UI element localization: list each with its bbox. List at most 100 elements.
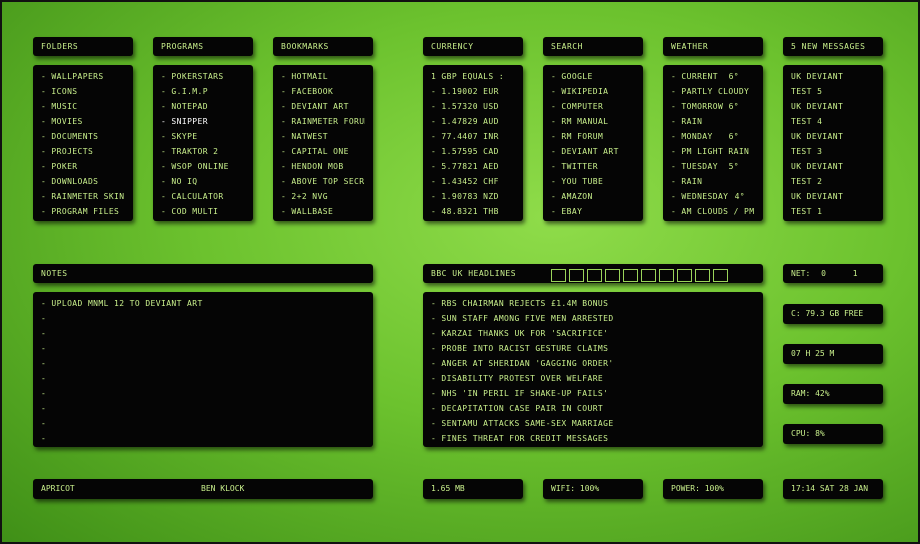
program-link[interactable]: - COD MULTI bbox=[161, 204, 245, 219]
program-link-hovered[interactable]: - SNIPPER bbox=[161, 114, 245, 129]
search-link[interactable]: - EBAY bbox=[551, 204, 635, 219]
weather-row: - AM CLOUDS / PM... bbox=[671, 204, 755, 219]
message-subject[interactable]: TEST 3 bbox=[791, 144, 875, 159]
folder-link[interactable]: - MUSIC bbox=[41, 99, 125, 114]
folder-link[interactable]: - POKER bbox=[41, 159, 125, 174]
search-link[interactable]: - YOU TUBE bbox=[551, 174, 635, 189]
note-line[interactable]: - bbox=[41, 371, 365, 386]
headline-page-button[interactable] bbox=[677, 269, 692, 282]
folder-link[interactable]: - ICONS bbox=[41, 84, 125, 99]
headline-page-button[interactable] bbox=[695, 269, 710, 282]
program-link[interactable]: - TRAKTOR 2 bbox=[161, 144, 245, 159]
bookmark-link[interactable]: - ABOVE TOP SECRET bbox=[281, 174, 365, 189]
folder-link[interactable]: - DOWNLOADS bbox=[41, 174, 125, 189]
headline-page-button[interactable] bbox=[587, 269, 602, 282]
note-line[interactable]: - bbox=[41, 311, 365, 326]
bookmark-link[interactable]: - 2+2 NVG bbox=[281, 189, 365, 204]
search-link[interactable]: - TWITTER bbox=[551, 159, 635, 174]
message-subject[interactable]: TEST 4 bbox=[791, 114, 875, 129]
weather-label: - TOMORROW bbox=[671, 102, 724, 111]
message-subject[interactable]: TEST 2 bbox=[791, 174, 875, 189]
weather-row: - RAIN bbox=[671, 114, 755, 129]
folder-link[interactable]: - PROGRAM FILES bbox=[41, 204, 125, 219]
note-line[interactable]: - bbox=[41, 416, 365, 431]
search-link[interactable]: - DEVIANT ART bbox=[551, 144, 635, 159]
folder-link[interactable]: - WALLPAPERS bbox=[41, 69, 125, 84]
message-subject[interactable]: TEST 5 bbox=[791, 84, 875, 99]
program-link[interactable]: - CALCULATOR bbox=[161, 189, 245, 204]
weather-label: - CURRENT bbox=[671, 72, 718, 81]
search-link[interactable]: - RM MANUAL bbox=[551, 114, 635, 129]
program-link[interactable]: - NOTEPAD bbox=[161, 99, 245, 114]
programs-header: PROGRAMS bbox=[153, 37, 253, 56]
headline-link[interactable]: - FINES THREAT FOR CREDIT MESSAGES bbox=[431, 431, 755, 446]
bookmark-link[interactable]: - WALLBASE bbox=[281, 204, 365, 219]
search-link[interactable]: - COMPUTER bbox=[551, 99, 635, 114]
now-playing[interactable]: APRICOT BEN KLOCK bbox=[33, 479, 373, 499]
weather-label: - RAIN bbox=[671, 177, 703, 186]
program-link[interactable]: - WSOP ONLINE bbox=[161, 159, 245, 174]
headline-link[interactable]: - DECAPITATION CASE PAIR IN COURT bbox=[431, 401, 755, 416]
bookmark-link[interactable]: - HOTMAIL bbox=[281, 69, 365, 84]
headline-page-button[interactable] bbox=[659, 269, 674, 282]
headline-page-button[interactable] bbox=[713, 269, 728, 282]
weather-temp: 6° bbox=[728, 102, 739, 111]
note-line[interactable]: - bbox=[41, 386, 365, 401]
search-link[interactable]: - AMAZON bbox=[551, 189, 635, 204]
folder-link[interactable]: - RAINMETER SKINS bbox=[41, 189, 125, 204]
headline-link[interactable]: - ANGER AT SHERIDAN 'GAGGING ORDER' bbox=[431, 356, 755, 371]
bookmark-link[interactable]: - DEVIANT ART bbox=[281, 99, 365, 114]
message-sender[interactable]: UK DEVIANT bbox=[791, 99, 875, 114]
weather-label: - PARTLY CLOUDY bbox=[671, 87, 750, 96]
headline-link[interactable]: - KARZAI THANKS UK FOR 'SACRIFICE' bbox=[431, 326, 755, 341]
message-subject[interactable]: TEST 1 bbox=[791, 204, 875, 219]
headline-link[interactable]: - PROBE INTO RACIST GESTURE CLAIMS bbox=[431, 341, 755, 356]
headline-page-button[interactable] bbox=[623, 269, 638, 282]
note-line[interactable]: - bbox=[41, 326, 365, 341]
program-link[interactable]: - POKERSTARS bbox=[161, 69, 245, 84]
headline-page-button[interactable] bbox=[569, 269, 584, 282]
bookmark-link[interactable]: - RAINMETER FORUM bbox=[281, 114, 365, 129]
bookmark-link[interactable]: - CAPITAL ONE bbox=[281, 144, 365, 159]
notes-area[interactable]: - UPLOAD MNML 12 TO DEVIANT ART - - - - … bbox=[33, 292, 373, 447]
note-line[interactable]: - bbox=[41, 401, 365, 416]
message-sender[interactable]: UK DEVIANT bbox=[791, 189, 875, 204]
headline-link[interactable]: - DISABILITY PROTEST OVER WELFARE bbox=[431, 371, 755, 386]
note-line[interactable]: - bbox=[41, 341, 365, 356]
search-link[interactable]: - WIKIPEDIA bbox=[551, 84, 635, 99]
headline-link[interactable]: - NHS 'IN PERIL IF SHAKE-UP FAILS' bbox=[431, 386, 755, 401]
weather-temp: 6° bbox=[728, 132, 739, 141]
uptime-meter: 07 H 25 M bbox=[783, 344, 883, 364]
bookmark-link[interactable]: - HENDON MOB bbox=[281, 159, 365, 174]
headline-page-button[interactable] bbox=[641, 269, 656, 282]
headline-page-button[interactable] bbox=[605, 269, 620, 282]
headline-link[interactable]: - RBS CHAIRMAN REJECTS £1.4M BONUS bbox=[431, 296, 755, 311]
currency-base: 1 GBP EQUALS : bbox=[431, 72, 505, 81]
note-line[interactable]: - bbox=[41, 356, 365, 371]
message-sender[interactable]: UK DEVIANT bbox=[791, 129, 875, 144]
folder-link[interactable]: - DOCUMENTS bbox=[41, 129, 125, 144]
weather-row: - CURRENT 6° bbox=[671, 69, 755, 84]
bookmark-link[interactable]: - FACEBOOK bbox=[281, 84, 365, 99]
note-line[interactable]: - bbox=[41, 431, 365, 446]
messages-header: 5 NEW MESSAGES bbox=[783, 37, 883, 56]
headline-page-button[interactable] bbox=[551, 269, 566, 282]
headline-link[interactable]: - SUN STAFF AMONG FIVE MEN ARRESTED bbox=[431, 311, 755, 326]
search-link[interactable]: - RM FORUM bbox=[551, 129, 635, 144]
note-line[interactable]: - UPLOAD MNML 12 TO DEVIANT ART bbox=[41, 296, 365, 311]
cpu-meter: CPU: 8% bbox=[783, 424, 883, 444]
bookmark-link[interactable]: - NATWEST bbox=[281, 129, 365, 144]
headlines-title: BBC UK HEADLINES bbox=[431, 269, 517, 278]
weather-temp: 5° bbox=[728, 162, 739, 171]
message-sender[interactable]: UK DEVIANT bbox=[791, 69, 875, 84]
program-link[interactable]: - SKYPE bbox=[161, 129, 245, 144]
message-sender[interactable]: UK DEVIANT bbox=[791, 159, 875, 174]
program-link[interactable]: - NO IQ bbox=[161, 174, 245, 189]
search-link[interactable]: - GOOGLE bbox=[551, 69, 635, 84]
folder-link[interactable]: - MOVIES bbox=[41, 114, 125, 129]
size-meter: 1.65 MB bbox=[423, 479, 523, 499]
program-link[interactable]: - G.I.M.P bbox=[161, 84, 245, 99]
headline-link[interactable]: - SENTAMU ATTACKS SAME-SEX MARRIAGE bbox=[431, 416, 755, 431]
folder-link[interactable]: - PROJECTS bbox=[41, 144, 125, 159]
weather-row: - WEDNESDAY 4° bbox=[671, 189, 755, 204]
